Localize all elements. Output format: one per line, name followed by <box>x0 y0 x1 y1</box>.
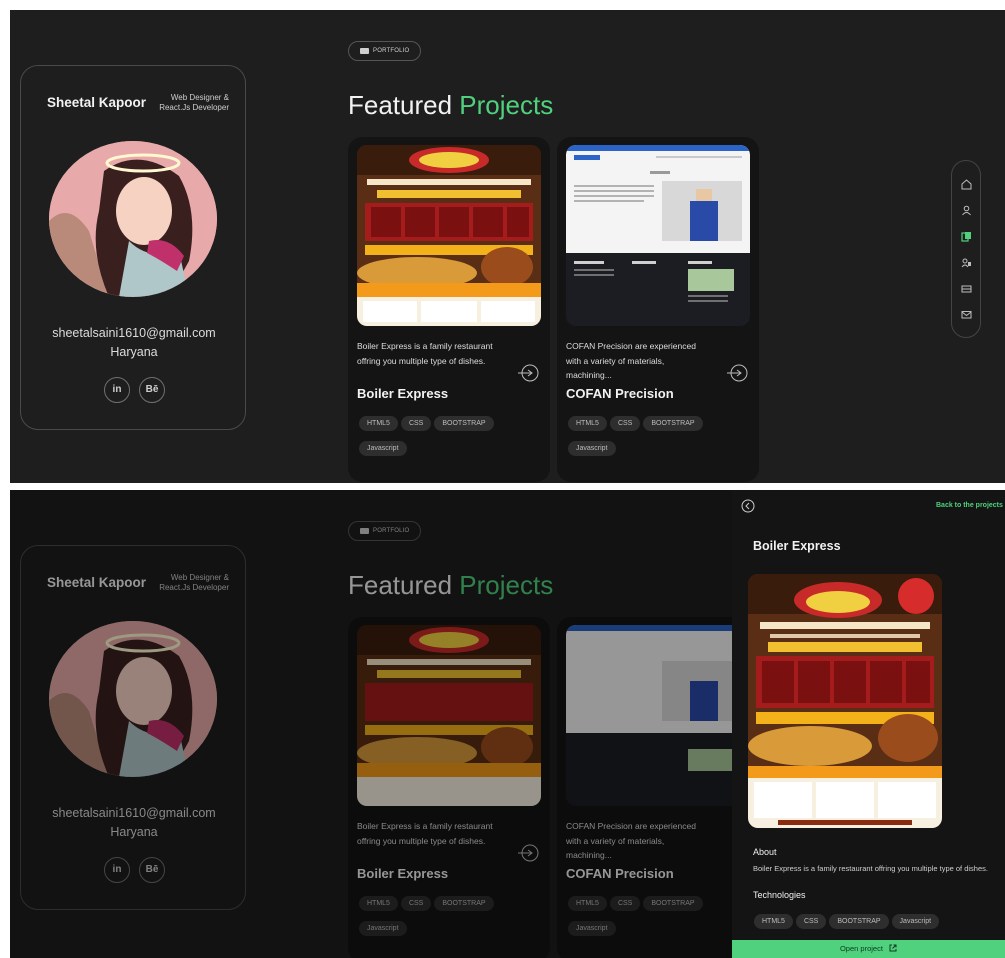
services-icon[interactable] <box>961 257 972 268</box>
page-title: Featured Projects <box>348 90 553 121</box>
tag: Javascript <box>359 441 407 456</box>
panel-title: Boiler Express <box>753 539 841 553</box>
project-tags: HTML5 CSS BOOTSTRAP Javascript <box>359 412 543 462</box>
project-title[interactable]: Boiler Express <box>357 386 448 401</box>
project-title[interactable]: COFAN Precision <box>566 386 674 401</box>
back-arrow-icon[interactable] <box>741 499 755 513</box>
restaurant-menu-image <box>748 574 942 828</box>
open-project-label: Open project <box>839 944 883 953</box>
tag: Javascript <box>891 914 940 929</box>
tag: CSS <box>609 416 641 431</box>
project-card-boiler-express[interactable]: Boiler Express is a family restaurant of… <box>348 137 550 482</box>
profile-name: Sheetal Kapoor <box>47 95 147 110</box>
project-thumbnail[interactable] <box>357 145 541 326</box>
profile-location: Haryana <box>110 345 158 359</box>
page-title-main: Featured <box>348 90 460 120</box>
avatar-illustration <box>49 141 217 297</box>
external-link-icon <box>889 944 897 952</box>
tag: BOOTSTRAP <box>829 914 889 929</box>
tag: HTML5 <box>754 914 793 929</box>
portfolio-badge-icon <box>360 48 369 54</box>
page-title-accent: Projects <box>459 90 554 120</box>
profile-email[interactable]: sheetalsaini1610@gmail.com <box>21 326 247 340</box>
section-badge-label: PORTFOLIO <box>373 48 410 54</box>
back-to-projects-link[interactable]: Back to the projects <box>936 502 1003 509</box>
project-card-cofan-precision[interactable]: COFAN Precision are experienced with a v… <box>557 137 759 482</box>
tag: CSS <box>795 914 827 929</box>
tag: HTML5 <box>568 416 607 431</box>
project-thumbnail[interactable] <box>566 145 750 326</box>
side-nav <box>951 160 981 338</box>
profile-card: Sheetal Kapoor Web Designer & React.Js D… <box>20 65 246 430</box>
technologies-heading: Technologies <box>753 890 806 900</box>
arrow-right-icon[interactable] <box>518 362 540 384</box>
project-tags: HTML5 CSS BOOTSTRAP Javascript <box>568 412 752 462</box>
profile-role: Web Designer & React.Js Developer <box>153 93 229 112</box>
portfolio-screen-detail: Sheetal Kapoor Web Designer & React.Js D… <box>10 490 1005 958</box>
project-description: Boiler Express is a family restaurant of… <box>357 341 493 366</box>
resume-icon[interactable] <box>961 283 972 294</box>
profile-role-line: React.Js Developer <box>159 102 229 112</box>
portfolio-icon[interactable] <box>961 231 972 242</box>
section-badge: PORTFOLIO <box>348 41 421 61</box>
project-detail-panel: Back to the projects Boiler Express Abou… <box>732 490 1005 958</box>
arrow-right-icon[interactable] <box>727 362 749 384</box>
avatar <box>49 141 217 297</box>
home-icon[interactable] <box>961 179 972 190</box>
behance-icon[interactable]: Bē <box>139 377 165 403</box>
website-thumbnail <box>566 145 750 326</box>
technology-tags: HTML5 CSS BOOTSTRAP Javascript <box>754 910 999 935</box>
linkedin-icon[interactable]: in <box>104 377 130 403</box>
about-text: Boiler Express is a family restaurant of… <box>753 864 988 873</box>
tag: BOOTSTRAP <box>643 416 703 431</box>
tag: Javascript <box>568 441 616 456</box>
panel-project-image <box>748 574 942 828</box>
tag: HTML5 <box>359 416 398 431</box>
profile-role-line: Web Designer & <box>170 93 229 102</box>
about-heading: About <box>753 847 777 857</box>
portfolio-screen: Sheetal Kapoor Web Designer & React.Js D… <box>10 10 1005 483</box>
restaurant-menu-thumbnail <box>357 145 541 326</box>
project-description: COFAN Precision are experienced with a v… <box>566 341 696 380</box>
open-project-button[interactable]: Open project <box>732 940 1005 958</box>
contact-icon[interactable] <box>961 309 972 320</box>
tag: BOOTSTRAP <box>434 416 494 431</box>
tag: CSS <box>400 416 432 431</box>
user-icon[interactable] <box>961 205 972 216</box>
